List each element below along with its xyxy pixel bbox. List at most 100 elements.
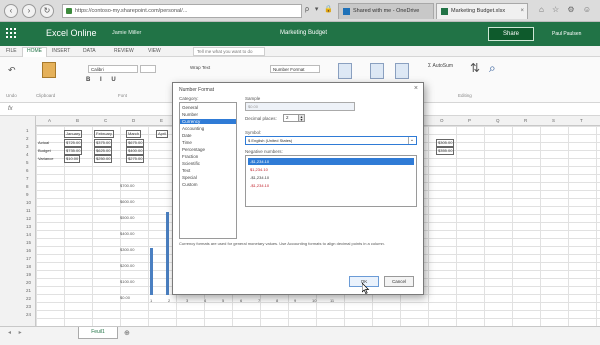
negative-format-item[interactable]: $1,234.10 <box>248 166 414 173</box>
column-header[interactable]: B <box>76 118 79 123</box>
row-header[interactable]: 4 <box>26 152 29 157</box>
cell-row-label[interactable]: Actual <box>38 140 49 145</box>
browser-tab-onedrive[interactable]: Shared with me - OneDrive <box>338 3 434 19</box>
row-header[interactable]: 21 <box>26 288 31 293</box>
category-item[interactable]: Number <box>182 112 198 117</box>
tab-home[interactable]: HOME <box>22 47 47 57</box>
font-format-buttons[interactable]: B I U <box>86 77 120 83</box>
row-header[interactable]: 16 <box>26 248 31 253</box>
category-item[interactable]: Fraction <box>182 154 198 159</box>
delete-icon[interactable] <box>395 63 409 79</box>
cell-value[interactable]: $375.00 <box>94 139 113 147</box>
category-item[interactable]: Custom <box>182 182 198 187</box>
autosum-button[interactable]: Σ AutoSum <box>428 63 453 69</box>
cell-row-label[interactable]: Variance <box>38 156 54 161</box>
tab-review[interactable]: REVIEW <box>114 48 134 54</box>
tab-view[interactable]: VIEW <box>148 48 161 54</box>
category-item[interactable]: Percentage <box>182 147 205 152</box>
cell-row-label[interactable]: Budget <box>38 148 51 153</box>
symbol-select[interactable]: $ English (United States) ⌄ <box>245 136 417 145</box>
tab-insert[interactable]: INSERT <box>52 48 70 54</box>
negative-format-item[interactable]: -$1,234.10 <box>248 158 414 165</box>
row-header[interactable]: 13 <box>26 224 31 229</box>
forward-button[interactable]: › <box>22 4 36 18</box>
number-format-select[interactable]: Number Format <box>270 65 320 73</box>
row-header[interactable]: 24 <box>26 312 31 317</box>
cell-value[interactable]: $305.00 <box>436 139 455 147</box>
cell-value[interactable]: $735.00 <box>64 147 83 155</box>
browser-icons[interactable]: ⌂ ☆ ⚙ ☺ <box>539 5 594 14</box>
browser-tab-excel[interactable]: Marketing Budget.xlsx × <box>436 3 528 19</box>
row-header[interactable]: 15 <box>26 240 31 245</box>
cell-value[interactable]: $400.00 <box>126 147 145 155</box>
row-header[interactable]: 20 <box>26 280 31 285</box>
back-button[interactable]: ‹ <box>4 4 18 18</box>
column-header[interactable]: E <box>160 118 163 123</box>
close-tab-icon[interactable]: × <box>520 4 524 19</box>
negative-numbers-list[interactable]: -$1,234.10 $1,234.10 -$1,234.10 -$1,234.10 <box>245 155 417 207</box>
row-header[interactable]: 8 <box>26 184 29 189</box>
wrap-text-button[interactable]: Wrap Text <box>190 65 210 70</box>
negative-format-item[interactable]: -$1,234.10 <box>248 182 414 189</box>
category-item[interactable]: Scientific <box>182 161 200 166</box>
column-header[interactable]: P <box>468 118 471 123</box>
undo-icon[interactable]: ↶ <box>8 65 16 76</box>
row-header[interactable]: 22 <box>26 296 31 301</box>
sheet-nav-arrows[interactable]: ◂ ▸ <box>8 329 25 336</box>
category-item[interactable]: Time <box>182 140 192 145</box>
chart-bar[interactable] <box>166 212 169 295</box>
category-item[interactable]: Date <box>182 133 192 138</box>
account-name[interactable]: Paul Paulsen <box>552 31 581 37</box>
row-header[interactable]: 11 <box>26 208 31 213</box>
negative-format-item[interactable]: -$1,234.10 <box>248 174 414 181</box>
cell-value[interactable]: $10.00 <box>64 155 81 163</box>
cancel-button[interactable]: Cancel <box>384 276 414 287</box>
row-header[interactable]: 10 <box>26 200 31 205</box>
row-header[interactable]: 6 <box>26 168 29 173</box>
chart-bar[interactable] <box>150 248 153 295</box>
cell-value[interactable]: $355.00 <box>436 147 455 155</box>
address-bar[interactable]: https://contoso-my.sharepoint.com/person… <box>62 4 302 18</box>
row-header[interactable]: 18 <box>26 264 31 269</box>
find-icon[interactable]: ⌕ <box>489 61 496 76</box>
cell-value[interactable]: $725.00 <box>64 139 83 147</box>
sheet-tab[interactable]: Feuil1 <box>78 327 118 339</box>
app-name[interactable]: Excel Online <box>46 28 97 38</box>
row-header[interactable]: 1 <box>26 128 29 133</box>
close-icon[interactable]: × <box>414 85 418 92</box>
row-header[interactable]: 2 <box>26 136 29 141</box>
cell-header[interactable]: April <box>156 130 169 138</box>
tab-data[interactable]: DATA <box>83 48 96 54</box>
category-item[interactable]: Currency <box>180 119 236 124</box>
row-header[interactable]: 7 <box>26 176 29 181</box>
row-header[interactable]: 9 <box>26 192 29 197</box>
chevron-down-icon[interactable]: ⌄ <box>408 137 415 144</box>
font-name-select[interactable]: Calibri <box>88 65 138 73</box>
share-button[interactable]: Share <box>488 27 534 41</box>
category-item[interactable]: Text <box>182 168 190 173</box>
add-sheet-icon[interactable]: ⊕ <box>124 329 130 337</box>
cell-header[interactable]: January <box>64 130 83 138</box>
cell-value[interactable]: $625.00 <box>94 147 113 155</box>
column-header[interactable]: O <box>440 118 444 123</box>
tab-file[interactable]: FILE <box>6 48 17 54</box>
tell-me-input[interactable]: Tell me what you want to do <box>193 47 265 56</box>
row-header[interactable]: 23 <box>26 304 31 309</box>
column-header[interactable]: A <box>48 118 51 123</box>
refresh-button[interactable]: ↻ <box>40 4 54 18</box>
column-header[interactable]: T <box>580 118 583 123</box>
cell-header[interactable]: February <box>94 130 115 138</box>
cell-value[interactable]: $275.00 <box>126 155 145 163</box>
sort-icon[interactable]: ⇅ <box>470 61 480 75</box>
insert-icon[interactable] <box>370 63 384 79</box>
cell-value[interactable]: $675.00 <box>126 139 145 147</box>
category-item[interactable]: General <box>182 105 198 110</box>
paste-icon[interactable] <box>42 62 56 78</box>
spinner-icon[interactable]: ▴ ▾ <box>298 115 304 122</box>
column-header[interactable]: D <box>132 118 135 123</box>
row-header[interactable]: 3 <box>26 144 29 149</box>
row-header[interactable]: 5 <box>26 160 29 165</box>
column-header[interactable]: C <box>104 118 107 123</box>
row-header[interactable]: 12 <box>26 216 31 221</box>
app-launcher-icon[interactable] <box>6 28 16 38</box>
